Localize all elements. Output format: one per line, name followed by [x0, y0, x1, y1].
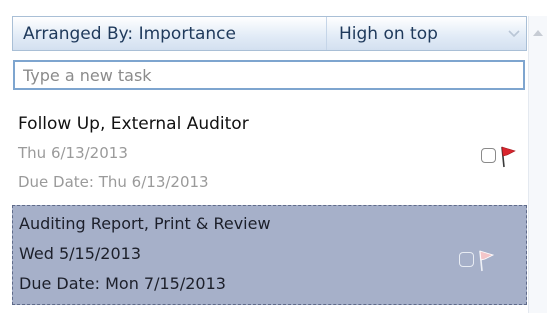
new-task-input[interactable]	[13, 60, 525, 90]
sort-order-label: High on top	[339, 23, 438, 44]
sort-order-dropdown[interactable]: High on top	[327, 17, 526, 50]
task-complete-checkbox[interactable]	[459, 252, 474, 267]
arrange-by-label[interactable]: Arranged By: Importance	[13, 17, 327, 50]
task-due-date: Due Date: Thu 6/13/2013	[18, 173, 209, 191]
task-subject: Auditing Report, Print & Review	[19, 214, 271, 233]
task-list-pane: Arranged By: Importance High on top Foll…	[0, 0, 547, 313]
follow-up-flag-icon[interactable]	[476, 248, 495, 276]
task-due-date: Due Date: Mon 7/15/2013	[19, 274, 226, 293]
scroll-up-arrow-icon[interactable]	[533, 30, 543, 36]
chevron-down-icon[interactable]	[502, 17, 526, 50]
task-date: Thu 6/13/2013	[18, 144, 128, 162]
vertical-scrollbar[interactable]	[528, 16, 547, 313]
task-item[interactable]: Follow Up, External Auditor Thu 6/13/201…	[12, 100, 527, 202]
task-subject: Follow Up, External Auditor	[18, 114, 249, 134]
task-item-selected[interactable]: Auditing Report, Print & Review Wed 5/15…	[12, 205, 527, 305]
task-date: Wed 5/15/2013	[19, 244, 142, 263]
task-complete-checkbox[interactable]	[481, 148, 496, 163]
follow-up-flag-icon[interactable]	[498, 144, 516, 172]
arrange-by-header[interactable]: Arranged By: Importance High on top	[12, 16, 527, 51]
